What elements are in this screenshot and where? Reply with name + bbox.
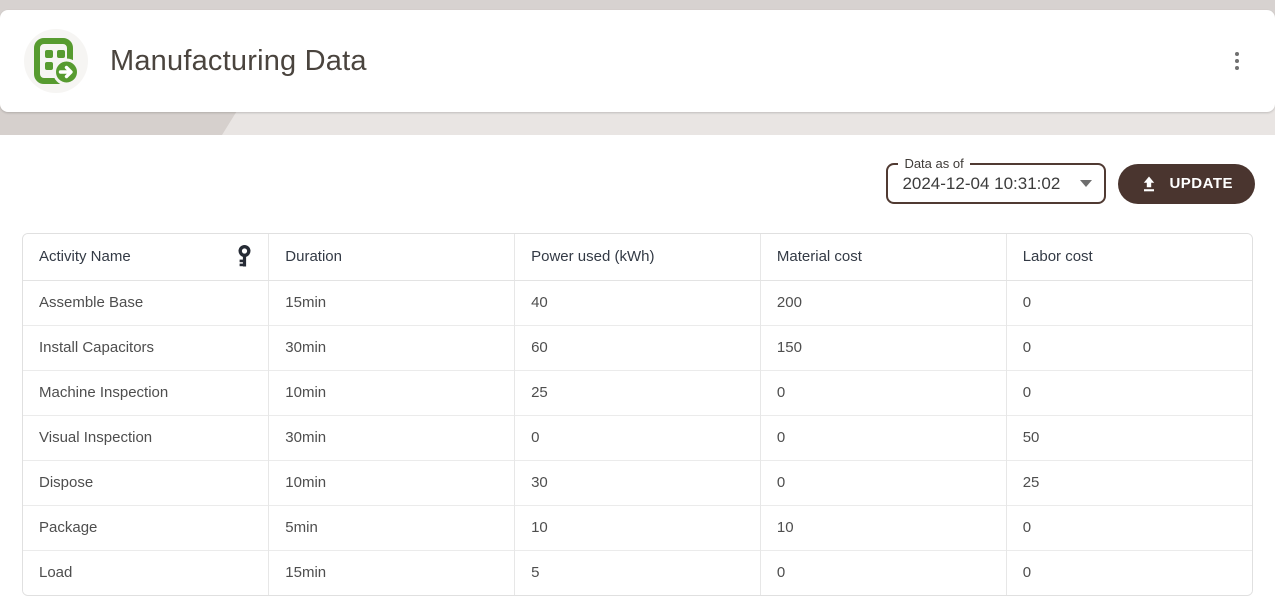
cell-material-cost: 0 (760, 460, 1006, 505)
app-icon-background (24, 29, 88, 93)
cell-material-cost: 200 (760, 280, 1006, 325)
column-header-label: Activity Name (39, 248, 131, 265)
cell-duration: 5min (269, 505, 515, 550)
cell-activity-name: Machine Inspection (23, 370, 269, 415)
cell-activity-name: Package (23, 505, 269, 550)
table-row: Visual Inspection 30min 0 0 50 (23, 415, 1252, 460)
chevron-down-icon (1080, 180, 1092, 187)
cell-material-cost: 0 (760, 550, 1006, 595)
cell-power-used: 60 (515, 325, 761, 370)
cell-power-used: 25 (515, 370, 761, 415)
page-title: Manufacturing Data (110, 45, 367, 78)
cell-labor-cost: 0 (1006, 325, 1252, 370)
kebab-menu-icon[interactable] (1229, 46, 1245, 76)
cell-material-cost: 10 (760, 505, 1006, 550)
cell-duration: 10min (269, 460, 515, 505)
cell-activity-name: Assemble Base (23, 280, 269, 325)
table-row: Load 15min 5 0 0 (23, 550, 1252, 595)
cell-activity-name: Load (23, 550, 269, 595)
cell-activity-name: Install Capacitors (23, 325, 269, 370)
cell-material-cost: 150 (760, 325, 1006, 370)
cell-material-cost: 0 (760, 370, 1006, 415)
cell-power-used: 10 (515, 505, 761, 550)
cell-activity-name: Dispose (23, 460, 269, 505)
table-row: Package 5min 10 10 0 (23, 505, 1252, 550)
data-as-of-select[interactable]: Data as of 2024-12-04 10:31:02 (886, 163, 1106, 204)
cell-labor-cost: 0 (1006, 550, 1252, 595)
column-header-activity-name[interactable]: Activity Name (23, 234, 269, 280)
cell-activity-name: Visual Inspection (23, 415, 269, 460)
cell-duration: 10min (269, 370, 515, 415)
cell-material-cost: 0 (760, 415, 1006, 460)
controls-row: Data as of 2024-12-04 10:31:02 UPDATE (22, 163, 1255, 204)
cell-duration: 15min (269, 550, 515, 595)
cell-labor-cost: 50 (1006, 415, 1252, 460)
update-button-label: UPDATE (1169, 175, 1233, 192)
cell-power-used: 40 (515, 280, 761, 325)
column-header-material-cost[interactable]: Material cost (760, 234, 1006, 280)
manufacturing-app-icon (32, 37, 80, 85)
column-header-labor-cost[interactable]: Labor cost (1006, 234, 1252, 280)
cell-duration: 30min (269, 415, 515, 460)
cell-power-used: 0 (515, 415, 761, 460)
cell-labor-cost: 0 (1006, 505, 1252, 550)
table-body: Assemble Base 15min 40 200 0 Install Cap… (23, 280, 1252, 595)
cell-labor-cost: 0 (1006, 370, 1252, 415)
manufacturing-table-container: Activity Name Duration Power used (kWh) … (22, 233, 1253, 596)
cell-power-used: 5 (515, 550, 761, 595)
cell-power-used: 30 (515, 460, 761, 505)
cell-labor-cost: 0 (1006, 280, 1252, 325)
data-as-of-value: 2024-12-04 10:31:02 (902, 174, 1072, 194)
key-icon (237, 245, 252, 268)
app-header: Manufacturing Data (0, 10, 1275, 112)
cell-labor-cost: 25 (1006, 460, 1252, 505)
table-row: Dispose 10min 30 0 25 (23, 460, 1252, 505)
update-button[interactable]: UPDATE (1118, 164, 1255, 204)
top-strip: Manufacturing Data (0, 0, 1275, 135)
manufacturing-table: Activity Name Duration Power used (kWh) … (23, 234, 1252, 595)
table-header-row: Activity Name Duration Power used (kWh) … (23, 234, 1252, 280)
main-content: Data as of 2024-12-04 10:31:02 UPDATE Ac… (0, 135, 1275, 596)
cell-duration: 15min (269, 280, 515, 325)
table-row: Machine Inspection 10min 25 0 0 (23, 370, 1252, 415)
data-as-of-label: Data as of (898, 155, 969, 173)
upload-icon (1140, 175, 1158, 193)
cell-duration: 30min (269, 325, 515, 370)
column-header-duration[interactable]: Duration (269, 234, 515, 280)
table-row: Install Capacitors 30min 60 150 0 (23, 325, 1252, 370)
table-row: Assemble Base 15min 40 200 0 (23, 280, 1252, 325)
column-header-power-used[interactable]: Power used (kWh) (515, 234, 761, 280)
